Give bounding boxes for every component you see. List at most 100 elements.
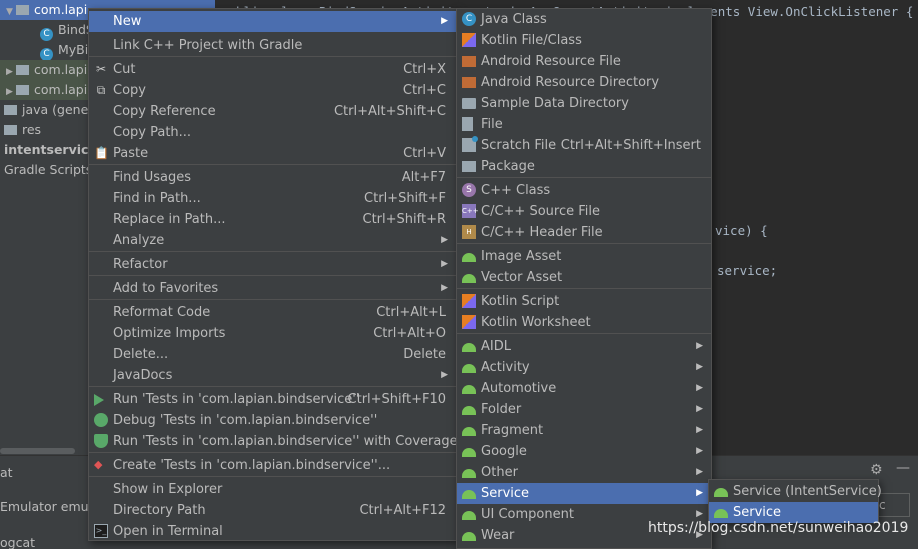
device-selector[interactable]: Emulator emula (0, 499, 100, 514)
android-icon (462, 427, 476, 436)
kotlin-icon (462, 33, 476, 47)
menu-item-cut[interactable]: ✂ Cut Ctrl+X (89, 59, 456, 80)
menu-separator (89, 164, 456, 165)
menu-item-replace-in-path[interactable]: Replace in Path... Ctrl+Shift+R (89, 209, 456, 230)
menu-item-copy-reference[interactable]: Copy Reference Ctrl+Alt+Shift+C (89, 101, 456, 122)
menu-item-link-c-project-with-gradle[interactable]: Link C++ Project with Gradle (89, 35, 456, 56)
menu-item-delete[interactable]: Delete... Delete (89, 344, 456, 365)
menu-item-run-tests-in-com-lapian-bindservice[interactable]: Run 'Tests in 'com.lapian.bindservice'' C… (89, 389, 456, 410)
new-item-sample-data-directory[interactable]: Sample Data Directory (457, 93, 711, 114)
menu-separator (89, 56, 456, 57)
menu-item-label: Optimize Imports (113, 326, 226, 341)
menu-item-label: Replace in Path... (113, 212, 226, 227)
menu-item-label: Create 'Tests in 'com.lapian.bindservice… (113, 458, 391, 473)
menu-item-label: Google (481, 444, 527, 459)
menu-item-find-in-path[interactable]: Find in Path... Ctrl+Shift+F (89, 188, 456, 209)
new-item-c-c-source-file[interactable]: C++ C/C++ Source File (457, 201, 711, 222)
package-icon (16, 85, 29, 95)
scrollbar-thumb[interactable] (0, 448, 75, 454)
menu-item-directory-path[interactable]: Directory Path Ctrl+Alt+F12 (89, 500, 456, 521)
menu-item-find-usages[interactable]: Find Usages Alt+F7 (89, 167, 456, 188)
new-item-c-c-header-file[interactable]: H C/C++ Header File (457, 222, 711, 243)
menu-separator (89, 476, 456, 477)
menu-item-label: Kotlin Script (481, 294, 560, 309)
new-item-activity[interactable]: Activity ▶ (457, 357, 711, 378)
scratch-file-icon (462, 136, 478, 152)
new-item-fragment[interactable]: Fragment ▶ (457, 420, 711, 441)
package-icon (16, 65, 29, 75)
gear-icon[interactable]: ⚙ (870, 462, 883, 478)
menu-item-label: C/C++ Header File (481, 225, 603, 240)
menu-item-label: Service (IntentService) (733, 484, 882, 499)
menu-item-label: Kotlin File/Class (481, 33, 582, 48)
new-item-kotlin-script[interactable]: Kotlin Script (457, 291, 711, 312)
menu-item-shortcut: Ctrl+Shift+F10 (347, 392, 446, 407)
menu-item-copy[interactable]: ⧉ Copy Ctrl+C (89, 80, 456, 101)
new-item-aidl[interactable]: AIDL ▶ (457, 336, 711, 357)
new-item-file[interactable]: File (457, 114, 711, 135)
folder-icon (462, 98, 476, 109)
new-item-android-resource-file[interactable]: Android Resource File (457, 51, 711, 72)
resource-dir-icon (462, 77, 476, 88)
menu-item-reformat-code[interactable]: Reformat Code Ctrl+Alt+L (89, 302, 456, 323)
menu-item-add-to-favorites[interactable]: Add to Favorites ▶ (89, 278, 456, 299)
menu-item-refactor[interactable]: Refactor ▶ (89, 254, 456, 275)
menu-item-copy-path[interactable]: Copy Path... (89, 122, 456, 143)
menu-item-label: Fragment (481, 423, 544, 438)
tool-tab-label[interactable]: at (0, 465, 13, 480)
new-item-folder[interactable]: Folder ▶ (457, 399, 711, 420)
android-icon (462, 469, 476, 478)
new-item-scratch-file[interactable]: Scratch File Ctrl+Alt+Shift+Insert (457, 135, 711, 156)
menu-item-shortcut: Delete (403, 347, 446, 362)
menu-item-label: Paste (113, 146, 149, 161)
cpp-header-icon: H (462, 225, 476, 239)
scissors-icon: ✂ (95, 62, 107, 76)
kotlin-icon (462, 315, 476, 329)
menu-separator (457, 243, 711, 244)
menu-item-paste[interactable]: 📋 Paste Ctrl+V (89, 143, 456, 164)
menu-item-open-in-terminal[interactable]: >_ Open in Terminal (89, 521, 456, 542)
menu-item-shortcut: Ctrl+C (402, 83, 446, 98)
menu-item-label: C++ Class (481, 183, 551, 198)
menu-item-new[interactable]: New ▶ (89, 11, 456, 32)
logcat-tab[interactable]: ogcat (0, 535, 35, 549)
menu-item-label: Wear (481, 528, 515, 543)
new-item-kotlin-file-class[interactable]: Kotlin File/Class (457, 30, 711, 51)
menu-item-label: Show in Explorer (113, 482, 223, 497)
android-icon (462, 343, 476, 352)
new-item-java-class[interactable]: C Java Class (457, 9, 711, 30)
menu-item-label: Refactor (113, 257, 168, 272)
new-item-android-resource-directory[interactable]: Android Resource Directory (457, 72, 711, 93)
menu-item-optimize-imports[interactable]: Optimize Imports Ctrl+Alt+O (89, 323, 456, 344)
menu-separator (89, 299, 456, 300)
menu-item-analyze[interactable]: Analyze ▶ (89, 230, 456, 251)
menu-item-javadocs[interactable]: JavaDocs ▶ (89, 365, 456, 386)
submenu-arrow-icon: ▶ (696, 404, 703, 414)
menu-item-label: Vector Asset (481, 270, 563, 285)
cpp-class-icon: S (462, 183, 476, 197)
service-item-service-intentservice[interactable]: Service (IntentService) (709, 481, 882, 502)
new-item-package[interactable]: Package (457, 156, 711, 177)
menu-item-label: UI Component (481, 507, 574, 522)
copy-icon: ⧉ (96, 83, 106, 97)
menu-item-label: C/C++ Source File (481, 204, 600, 219)
menu-item-create-tests-in-com-lapian-bindservice[interactable]: ◆ Create 'Tests in 'com.lapian.bindservic… (89, 455, 456, 476)
new-item-automotive[interactable]: Automotive ▶ (457, 378, 711, 399)
menu-item-label: Copy (113, 83, 146, 98)
submenu-arrow-icon: ▶ (696, 446, 703, 456)
new-item-c-class[interactable]: S C++ Class (457, 180, 711, 201)
new-item-vector-asset[interactable]: Vector Asset (457, 267, 711, 288)
menu-item-show-in-explorer[interactable]: Show in Explorer (89, 479, 456, 500)
menu-item-label: AIDL (481, 339, 511, 354)
menu-item-run-tests-in-com-lapian-bindservice-with-coverage[interactable]: Run 'Tests in 'com.lapian.bindservice'' … (89, 431, 458, 452)
new-item-service[interactable]: Service ▶ (457, 483, 711, 504)
package-icon (16, 5, 29, 15)
new-item-google[interactable]: Google ▶ (457, 441, 711, 462)
chevron-down-icon: ▼ (6, 7, 13, 17)
menu-item-debug-tests-in-com-lapian-bindservice[interactable]: Debug 'Tests in 'com.lapian.bindservice'… (89, 410, 456, 431)
cpp-source-icon: C++ (462, 204, 479, 218)
minimize-icon[interactable]: — (896, 460, 910, 476)
new-item-kotlin-worksheet[interactable]: Kotlin Worksheet (457, 312, 711, 333)
new-item-image-asset[interactable]: Image Asset (457, 246, 711, 267)
new-item-other[interactable]: Other ▶ (457, 462, 711, 483)
